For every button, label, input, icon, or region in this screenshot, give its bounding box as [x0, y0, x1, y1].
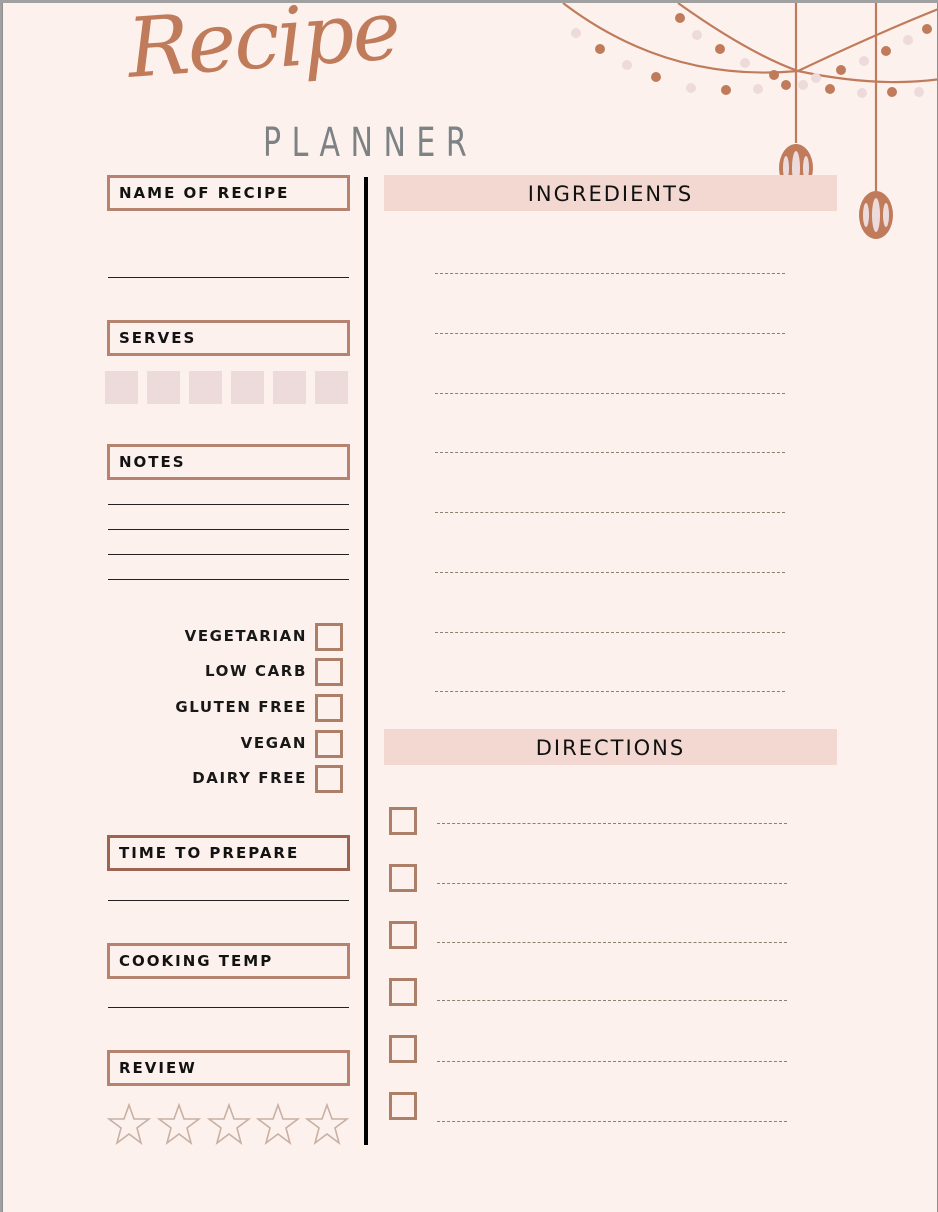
- time-to-prepare-label: TIME TO PREPARE: [107, 835, 350, 871]
- checkbox-empty-icon[interactable]: [389, 978, 417, 1006]
- direction-line[interactable]: [437, 883, 787, 884]
- ingredients-header: INGREDIENTS: [384, 175, 837, 211]
- serves-box[interactable]: [231, 371, 264, 404]
- direction-line[interactable]: [437, 1121, 787, 1122]
- review-label: REVIEW: [107, 1050, 350, 1086]
- serves-box[interactable]: [315, 371, 348, 404]
- diet-label: LOW CARB: [205, 662, 307, 680]
- checkbox-empty-icon[interactable]: [389, 1035, 417, 1063]
- cooking-temp-label: COOKING TEMP: [107, 943, 350, 979]
- title-subtitle: PLANNER: [263, 120, 478, 166]
- ingredient-line[interactable]: [435, 512, 785, 513]
- time-to-prepare-line[interactable]: [108, 900, 349, 901]
- serves-box[interactable]: [273, 371, 306, 404]
- title-script: Recipe: [124, 3, 402, 97]
- direction-line[interactable]: [437, 1000, 787, 1001]
- checkbox-empty-icon[interactable]: [389, 921, 417, 949]
- direction-line[interactable]: [437, 823, 787, 824]
- diet-option-dairy-free[interactable]: DAIRY FREE: [153, 765, 345, 793]
- column-divider: [364, 177, 368, 1145]
- direction-line[interactable]: [437, 942, 787, 943]
- serves-box[interactable]: [105, 371, 138, 404]
- checkbox-empty-icon[interactable]: [315, 730, 343, 758]
- cooking-temp-line[interactable]: [108, 1007, 349, 1008]
- checkbox-empty-icon[interactable]: [315, 658, 343, 686]
- checkbox-empty-icon[interactable]: [389, 864, 417, 892]
- recipe-planner-page: Recipe PLANNER NAME OF RECIPE SERVES NOT…: [2, 3, 938, 1212]
- star-outline-icon[interactable]: [256, 1103, 300, 1145]
- ingredient-line[interactable]: [435, 333, 785, 334]
- direction-line[interactable]: [437, 1061, 787, 1062]
- star-outline-icon[interactable]: [207, 1103, 251, 1145]
- diet-option-vegan[interactable]: VEGAN: [153, 730, 345, 758]
- star-outline-icon[interactable]: [107, 1103, 151, 1145]
- checkbox-empty-icon[interactable]: [389, 807, 417, 835]
- ingredient-line[interactable]: [435, 273, 785, 274]
- checkbox-empty-icon[interactable]: [315, 623, 343, 651]
- notes-line[interactable]: [108, 504, 349, 505]
- serves-box[interactable]: [147, 371, 180, 404]
- diet-label: VEGAN: [240, 734, 307, 752]
- diet-label: GLUTEN FREE: [175, 698, 307, 716]
- serves-label: SERVES: [107, 320, 350, 356]
- name-of-recipe-label: NAME OF RECIPE: [107, 175, 350, 211]
- notes-line[interactable]: [108, 554, 349, 555]
- serves-box[interactable]: [189, 371, 222, 404]
- ingredient-line[interactable]: [435, 572, 785, 573]
- diet-option-gluten-free[interactable]: GLUTEN FREE: [153, 694, 345, 722]
- directions-header: DIRECTIONS: [384, 729, 837, 765]
- ingredient-line[interactable]: [435, 393, 785, 394]
- notes-line[interactable]: [108, 529, 349, 530]
- diet-label: VEGETARIAN: [184, 627, 307, 645]
- checkbox-empty-icon[interactable]: [315, 765, 343, 793]
- review-stars[interactable]: [107, 1103, 351, 1145]
- diet-label: DAIRY FREE: [192, 769, 307, 787]
- diet-option-vegetarian[interactable]: VEGETARIAN: [153, 623, 345, 651]
- ingredient-line[interactable]: [435, 632, 785, 633]
- checkbox-empty-icon[interactable]: [389, 1092, 417, 1120]
- star-outline-icon[interactable]: [157, 1103, 201, 1145]
- notes-label: NOTES: [107, 444, 350, 480]
- string-lights-lanterns-icon: [562, 3, 937, 239]
- checkbox-empty-icon[interactable]: [315, 694, 343, 722]
- diet-option-low-carb[interactable]: LOW CARB: [153, 658, 345, 686]
- ingredient-line[interactable]: [435, 452, 785, 453]
- star-outline-icon[interactable]: [305, 1103, 349, 1145]
- ingredient-line[interactable]: [435, 691, 785, 692]
- recipe-name-line[interactable]: [108, 277, 349, 278]
- notes-line[interactable]: [108, 579, 349, 580]
